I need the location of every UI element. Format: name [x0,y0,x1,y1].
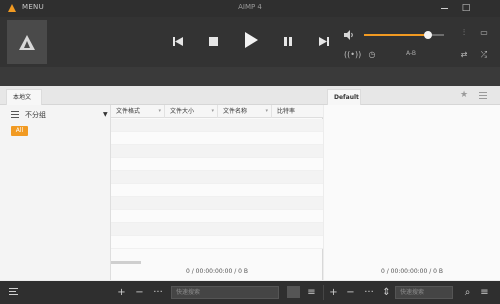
column-header-bitrate[interactable]: 比特率 [272,105,323,118]
column-header-size[interactable]: 文件大小 ▾ [165,105,218,118]
table-row [111,184,323,197]
table-row [111,171,323,184]
table-row [111,119,323,132]
pause-button[interactable] [281,33,295,49]
sort-icon: ▾ [265,108,268,114]
all-filter-badge[interactable]: All [11,126,28,136]
table-row [111,158,323,171]
ab-repeat-button[interactable]: A-B [406,50,416,57]
repeat-icon[interactable]: ⇄ [458,50,470,60]
hamburger-icon [11,111,19,120]
close-icon: □ [461,3,471,13]
search-input-left[interactable]: 快速搜索 [171,286,279,299]
aimp-window: MENU AIMP 4 □ ⫶ ▭ ((•)) ◷ A-B ⇄ ⤮ 本地文 De… [0,0,500,304]
remove-button[interactable]: − [134,287,145,298]
column-header-format[interactable]: 文件格式 ▾ [111,105,165,118]
add-button[interactable]: + [116,287,127,298]
play-button[interactable] [241,29,261,51]
list-icon[interactable] [9,288,18,297]
tab-default-playlist[interactable]: Default [327,89,361,105]
next-icon [319,36,329,46]
sort-icon[interactable]: ⇕ [381,287,392,298]
group-selector[interactable]: 不分组 ▼ [0,105,110,125]
minimize-icon [440,7,448,9]
app-title: AIMP 4 [238,3,262,11]
table-row [111,236,323,249]
close-button[interactable]: □ [459,2,473,14]
playlist-panel: 0 / 00:00:00:00 / 0 B [324,105,500,280]
more-button[interactable]: ··· [151,287,165,298]
playlist-menu-icon[interactable] [479,90,487,99]
chevron-down-icon: ▼ [103,111,108,118]
library-panel: 不分组 ▼ All [0,105,111,280]
pause-icon [284,36,292,46]
remove-button[interactable]: − [345,287,356,298]
library-status: 0 / 00:00:00:00 / 0 B [186,268,248,275]
group-label: 不分组 [25,111,46,119]
shuffle-icon[interactable]: ⤮ [478,50,490,60]
playlist-status: 0 / 00:00:00:00 / 0 B [381,268,443,275]
add-button[interactable]: + [328,287,339,298]
horizontal-scrollbar[interactable] [111,261,141,264]
grid-view-icon[interactable] [287,286,300,298]
table-body [111,119,323,249]
previous-button[interactable] [170,33,186,49]
prev-icon [173,36,183,46]
table-row [111,210,323,223]
table-row [111,145,323,158]
album-cover [7,20,47,64]
table-row [111,197,323,210]
aimp-logo-icon [19,34,35,50]
search-input-right[interactable]: 快速搜索 [395,286,453,299]
player-panel: ⫶ ▭ ((•)) ◷ A-B ⇄ ⤮ [0,17,500,67]
minimize-button[interactable] [437,2,451,14]
title-bar: MENU AIMP 4 □ [0,0,500,17]
volume-handle[interactable] [424,31,432,39]
table-row [111,223,323,236]
volume-icon[interactable] [344,30,354,40]
seek-bar-area[interactable] [0,67,500,86]
menu-icon[interactable]: ≡ [479,287,490,298]
tab-local-files[interactable]: 本地文件 [6,89,42,117]
stop-button[interactable] [206,33,220,49]
table-row [111,132,323,145]
file-table: 文件格式 ▾ 文件大小 ▾ 文件名称 ▾ 比特率 0 / 00:00:00:00 / … [111,105,323,280]
column-header-name[interactable]: 文件名称 ▾ [218,105,272,118]
stop-icon [208,36,218,46]
more-button[interactable]: ··· [362,287,376,298]
table-header: 文件格式 ▾ 文件大小 ▾ 文件名称 ▾ 比特率 [111,105,323,118]
list-view-icon[interactable]: ≡ [306,287,317,298]
star-icon[interactable]: ★ [460,90,468,100]
volume-level [364,34,428,36]
bottom-toolbar: + − ··· 快速搜索 ≡ + − ··· ⇕ 快速搜索 ⌕ ≡ [0,281,500,304]
next-button[interactable] [316,33,332,49]
equalizer-icon[interactable]: ⫶ [458,28,470,38]
divider [323,285,324,300]
visualization-icon[interactable]: ▭ [478,28,490,38]
radio-icon[interactable]: ((•)) [344,50,361,60]
play-icon [244,32,258,48]
sort-icon: ▾ [158,108,161,114]
tabs-row: 本地文件 Default ★ [0,86,500,117]
sort-icon: ▾ [211,108,214,114]
volume-slider[interactable] [364,31,444,39]
search-icon[interactable]: ⌕ [462,287,473,298]
timer-icon[interactable]: ◷ [366,50,378,60]
